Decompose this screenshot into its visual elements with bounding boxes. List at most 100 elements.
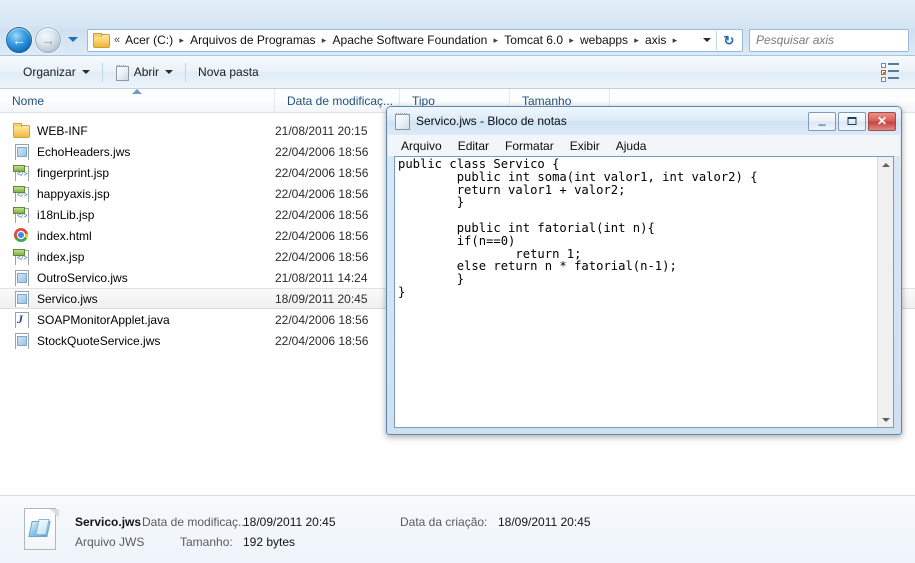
- breadcrumb-overflow-icon[interactable]: «: [112, 34, 122, 46]
- menu-exibir[interactable]: Exibir: [562, 137, 608, 155]
- search-input[interactable]: Pesquisar axis: [750, 33, 834, 47]
- file-name-cell: J SOAPMonitorApplet.java: [12, 311, 275, 328]
- menu-arquivo[interactable]: Arquivo: [393, 137, 450, 155]
- file-name-cell: </> index.jsp: [12, 248, 275, 265]
- jws-file-icon: [22, 508, 60, 552]
- notepad-window[interactable]: Servico.jws - Bloco de notas – ✕ Arquivo…: [386, 106, 902, 435]
- view-layout-icon[interactable]: [879, 62, 903, 82]
- file-name: index.html: [37, 228, 92, 243]
- file-name-cell: </> i18nLib.jsp: [12, 206, 275, 223]
- file-date: 22/04/2006 18:56: [275, 249, 369, 264]
- notepad-title: Servico.jws - Bloco de notas: [416, 114, 567, 128]
- notepad-icon: [394, 113, 410, 130]
- breadcrumb-separator-5[interactable]: ▸: [669, 35, 680, 45]
- file-name-cell: </> fingerprint.jsp: [12, 164, 275, 181]
- organize-button[interactable]: Organizar: [16, 61, 97, 84]
- chevron-down-icon: [68, 37, 78, 42]
- jsp-file-icon: </>: [12, 206, 30, 223]
- minimize-button[interactable]: –: [808, 111, 836, 131]
- breadcrumb-separator-3[interactable]: ▸: [566, 35, 577, 45]
- file-name: index.jsp: [37, 249, 85, 264]
- file-date: 22/04/2006 18:56: [275, 207, 369, 222]
- notepad-menubar: Arquivo Editar Formatar Exibir Ajuda: [388, 135, 900, 156]
- file-name: StockQuoteService.jws: [37, 333, 161, 348]
- maximize-icon: [847, 117, 857, 125]
- search-box[interactable]: Pesquisar axis: [749, 28, 909, 52]
- notepad-vertical-scrollbar[interactable]: [877, 157, 893, 427]
- file-name-cell: StockQuoteService.jws: [12, 332, 275, 349]
- breadcrumb-item-0[interactable]: Acer (C:): [122, 31, 176, 49]
- notepad-text-area[interactable]: public class Servico { public int soma(i…: [395, 157, 878, 427]
- maximize-button[interactable]: [838, 111, 866, 131]
- menu-ajuda[interactable]: Ajuda: [608, 137, 655, 155]
- close-button[interactable]: ✕: [868, 111, 896, 131]
- scroll-down-icon[interactable]: [878, 412, 893, 427]
- notepad-client-area: public class Servico { public int soma(i…: [394, 156, 894, 428]
- jws-file-icon: [12, 269, 30, 286]
- breadcrumb-item-2[interactable]: Apache Software Foundation: [330, 31, 491, 49]
- notepad-icon: [115, 64, 129, 81]
- sort-ascending-icon: [132, 89, 142, 94]
- breadcrumb-separator-1[interactable]: ▸: [319, 35, 330, 45]
- file-date: 18/09/2011 20:45: [275, 291, 368, 306]
- menu-editar[interactable]: Editar: [450, 137, 497, 155]
- breadcrumb-item-3[interactable]: Tomcat 6.0: [501, 31, 566, 49]
- breadcrumb-separator-0[interactable]: ▸: [176, 35, 187, 45]
- back-button[interactable]: ←: [6, 27, 32, 53]
- file-date: 22/04/2006 18:56: [275, 312, 369, 327]
- column-header-nome[interactable]: Nome: [0, 89, 275, 113]
- file-name-cell: EchoHeaders.jws: [12, 143, 275, 160]
- address-dropdown-button[interactable]: [699, 31, 715, 49]
- organize-label: Organizar: [23, 65, 76, 79]
- open-label: Abrir: [133, 65, 160, 79]
- chevron-down-icon: [165, 70, 174, 74]
- breadcrumb-item-1[interactable]: Arquivos de Programas: [187, 31, 318, 49]
- breadcrumb-separator-2[interactable]: ▸: [490, 35, 501, 45]
- details-created-label: Data da criação:: [400, 515, 488, 529]
- command-bar: Organizar Abrir Nova pasta: [0, 56, 915, 89]
- file-date: 22/04/2006 18:56: [275, 186, 369, 201]
- java-file-icon: J: [12, 311, 30, 328]
- column-header-data-label: Data de modificaç...: [287, 93, 394, 108]
- address-divider: [716, 30, 717, 50]
- jws-file-icon: [12, 290, 30, 307]
- details-size-label: Tamanho:: [180, 535, 233, 549]
- details-file-type: Arquivo JWS: [75, 535, 145, 549]
- details-created-value: 18/09/2011 20:45: [498, 515, 591, 529]
- open-button[interactable]: Abrir: [108, 61, 180, 84]
- scroll-up-icon[interactable]: [878, 157, 893, 172]
- folder-icon: [93, 33, 110, 48]
- breadcrumb-item-5[interactable]: axis: [642, 31, 669, 49]
- details-size-value: 192 bytes: [243, 535, 296, 549]
- details-pane: [0, 495, 915, 563]
- forward-button[interactable]: →: [35, 27, 61, 53]
- address-bar[interactable]: « Acer (C:) ▸ Arquivos de Programas ▸ Ap…: [87, 28, 743, 52]
- file-date: 22/04/2006 18:56: [275, 228, 369, 243]
- column-header-nome-label: Nome: [12, 93, 45, 108]
- breadcrumb-separator-4[interactable]: ▸: [631, 35, 642, 45]
- file-date: 22/04/2006 18:56: [275, 333, 369, 348]
- file-name-cell: Servico.jws: [12, 290, 275, 307]
- new-folder-button[interactable]: Nova pasta: [191, 61, 266, 84]
- close-icon: ✕: [876, 114, 888, 128]
- breadcrumb-item-4[interactable]: webapps: [577, 31, 631, 49]
- file-date: 21/08/2011 20:15: [275, 123, 368, 138]
- notepad-titlebar[interactable]: Servico.jws - Bloco de notas – ✕: [387, 107, 901, 135]
- file-date: 21/08/2011 14:24: [275, 270, 368, 285]
- refresh-button[interactable]: ↻: [718, 31, 740, 50]
- details-modified-label: Data de modificaç...: [142, 515, 249, 529]
- history-dropdown-button[interactable]: [66, 33, 80, 47]
- navigation-bar: ← → « Acer (C:) ▸ Arquivos de Programas …: [0, 0, 915, 56]
- jws-file-icon: [12, 143, 30, 160]
- forward-arrow-icon: →: [41, 32, 55, 48]
- chevron-down-icon: [703, 38, 711, 42]
- file-name: i18nLib.jsp: [37, 207, 95, 222]
- menu-formatar[interactable]: Formatar: [497, 137, 562, 155]
- refresh-icon: ↻: [723, 32, 735, 48]
- jsp-file-icon: </>: [12, 164, 30, 181]
- jws-file-icon: [12, 332, 30, 349]
- file-name: happyaxis.jsp: [37, 186, 110, 201]
- column-header-data[interactable]: Data de modificaç...: [275, 89, 400, 113]
- file-name: Servico.jws: [37, 291, 98, 306]
- file-name-cell: </> happyaxis.jsp: [12, 185, 275, 202]
